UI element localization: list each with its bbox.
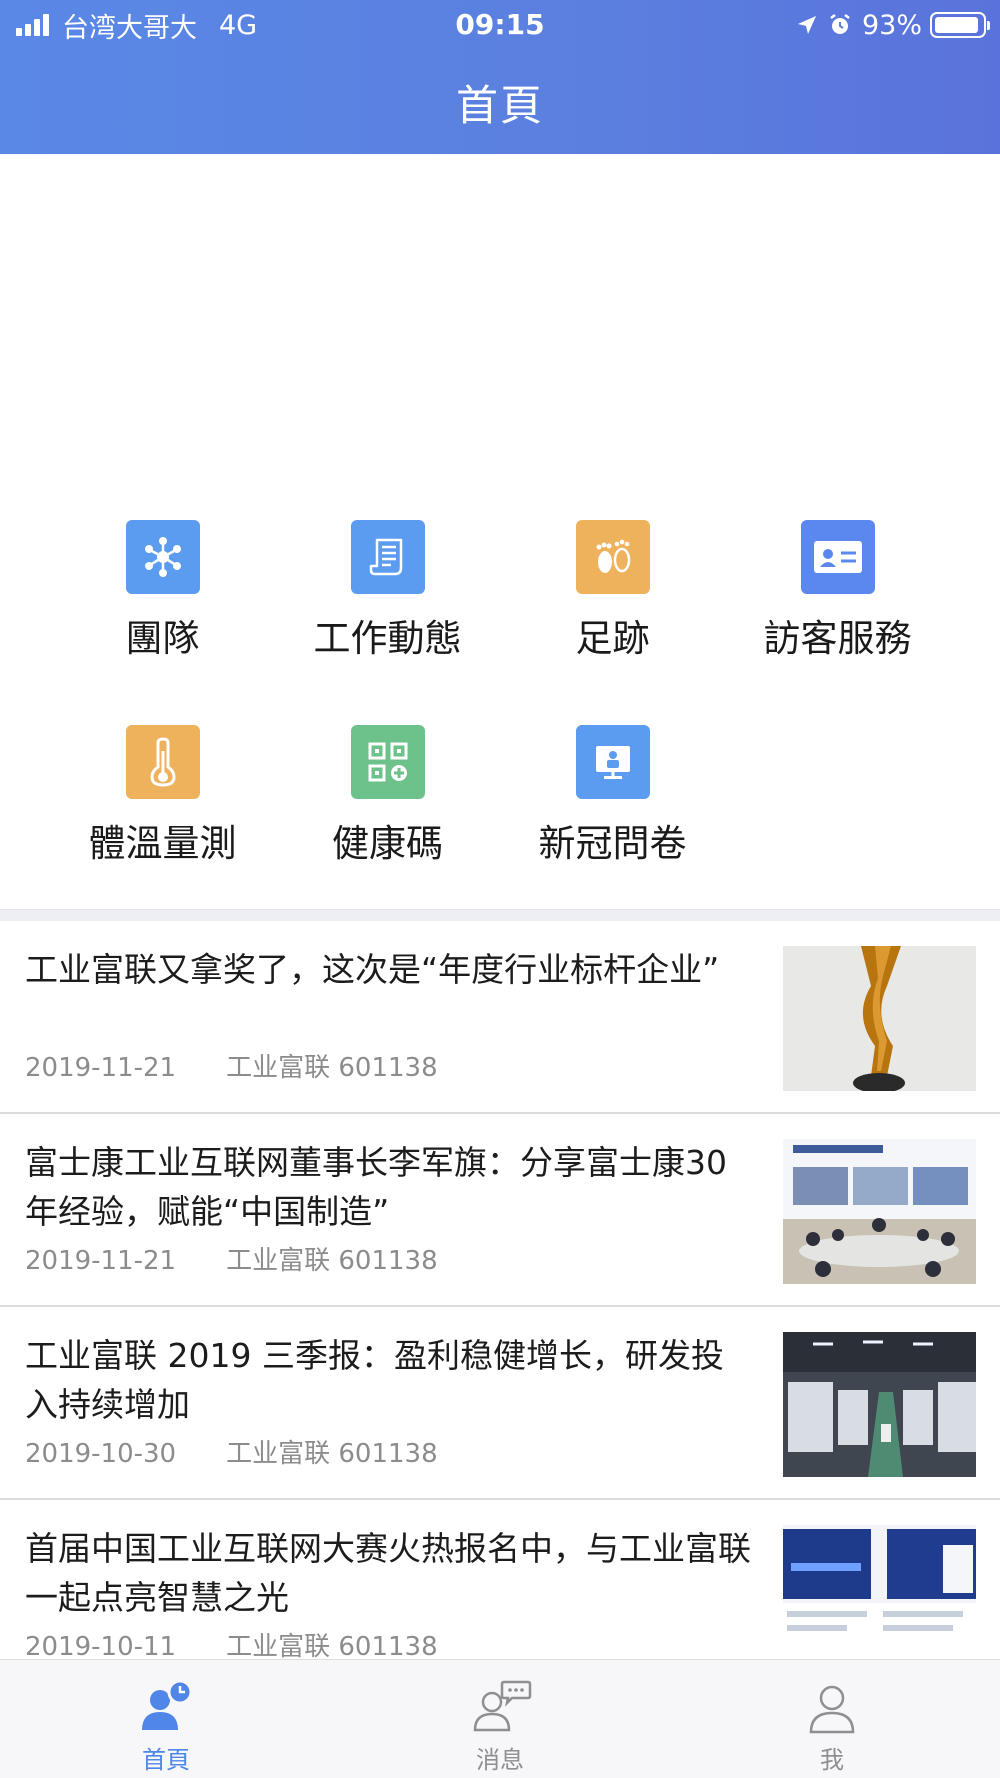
news-title: 首届中国工业互联网大赛火热报名中，与工业富联一起点亮智慧之光 — [25, 1529, 751, 1617]
news-source: 工业富联 601138 — [226, 1439, 438, 1469]
tab-me[interactable]: 我 — [732, 1660, 932, 1778]
news-item[interactable]: 工业富联 2019 三季报：盈利稳健增长，研发投入持续增加 2019-10-30… — [0, 1307, 1000, 1500]
news-item[interactable]: 首届中国工业互联网大赛火热报名中，与工业富联一起点亮智慧之光 2019-10-1… — [0, 1500, 1000, 1659]
section-divider — [0, 909, 1000, 921]
grid-label: 新冠問卷 — [538, 822, 687, 865]
survey-monitor-icon — [575, 725, 650, 799]
news-title: 富士康工业互联网董事长李军旗：分享富士康30年经验，赋能“中国制造” — [25, 1143, 727, 1231]
grid-label: 訪客服務 — [763, 617, 912, 660]
news-meta: 2019-11-21 工业富联 601138 — [25, 1047, 438, 1084]
me-person-icon — [809, 1685, 855, 1734]
news-date: 2019-10-11 — [25, 1632, 177, 1659]
messages-person-chat-icon — [473, 1680, 532, 1732]
news-item[interactable]: 富士康工业互联网董事长李军旗：分享富士康30年经验，赋能“中国制造” 2019-… — [0, 1114, 1000, 1307]
news-title: 工业富联 2019 三季报：盈利稳健增长，研发投入持续增加 — [25, 1336, 724, 1424]
tab-label: 我 — [820, 1746, 844, 1774]
grid-item-team[interactable]: 團隊 — [50, 520, 275, 662]
battery-icon — [930, 12, 990, 38]
app-header: 台湾大哥大 4G 09:15 93% 首頁 — [0, 0, 1000, 154]
grid-label: 體溫量測 — [88, 822, 237, 865]
grid-item-work-updates[interactable]: 工作動態 — [275, 520, 500, 662]
grid-label: 工作動態 — [313, 617, 462, 660]
id-card-icon — [800, 520, 875, 594]
news-list: 工业富联又拿奖了，这次是“年度行业标杆企业” 2019-11-21 工业富联 60… — [0, 921, 1000, 1659]
news-meta: 2019-10-30 工业富联 601138 — [25, 1433, 438, 1470]
news-source: 工业富联 601138 — [226, 1053, 438, 1083]
status-right: 93% — [796, 8, 990, 42]
news-date: 2019-11-21 — [25, 1246, 177, 1276]
location-arrow-icon — [797, 16, 816, 34]
status-bar: 台湾大哥大 4G 09:15 93% — [0, 0, 1000, 50]
work-document-icon — [350, 520, 425, 594]
footprints-icon — [575, 520, 650, 594]
news-thumbnail-factory — [783, 1332, 976, 1477]
news-thumbnail-meeting — [783, 1139, 976, 1284]
grid-label: 團隊 — [125, 617, 200, 660]
grid-label: 健康碼 — [332, 822, 443, 865]
qr-code-icon — [350, 725, 425, 799]
alarm-clock-icon — [830, 14, 850, 34]
tab-bar: 首頁 消息 我 — [0, 1659, 1000, 1778]
tab-home[interactable]: 首頁 — [66, 1660, 266, 1778]
news-source: 工业富联 601138 — [226, 1246, 438, 1276]
grid-item-covid-survey[interactable]: 新冠問卷 — [500, 725, 725, 867]
tab-label: 消息 — [476, 1746, 524, 1774]
tab-messages[interactable]: 消息 — [400, 1660, 600, 1778]
news-meta: 2019-11-21 工业富联 601138 — [25, 1240, 438, 1277]
team-network-icon — [125, 520, 200, 594]
page-title: 首頁 — [455, 81, 544, 130]
news-source: 工业富联 601138 — [226, 1632, 438, 1659]
news-meta: 2019-10-11 工业富联 601138 — [25, 1626, 438, 1659]
home-person-clock-icon — [142, 1680, 193, 1730]
grid-item-footprints[interactable]: 足跡 — [500, 520, 725, 662]
tab-label: 首頁 — [142, 1746, 190, 1774]
news-title: 工业富联又拿奖了，这次是“年度行业标杆企业” — [25, 950, 720, 989]
news-date: 2019-11-21 — [25, 1053, 177, 1083]
battery-percent: 93% — [861, 9, 922, 41]
thermometer-icon — [125, 725, 200, 799]
battery-fill — [935, 17, 978, 33]
news-date: 2019-10-30 — [25, 1439, 177, 1469]
grid-label: 足跡 — [575, 617, 650, 660]
news-thumbnail-competition — [783, 1525, 976, 1659]
grid-item-visitor-service[interactable]: 訪客服務 — [725, 520, 950, 662]
news-thumbnail-trophy — [783, 946, 976, 1091]
grid-item-temperature[interactable]: 體溫量測 — [50, 725, 275, 867]
news-item[interactable]: 工业富联又拿奖了，这次是“年度行业标杆企业” 2019-11-21 工业富联 60… — [0, 921, 1000, 1114]
grid-item-health-code[interactable]: 健康碼 — [275, 725, 500, 867]
